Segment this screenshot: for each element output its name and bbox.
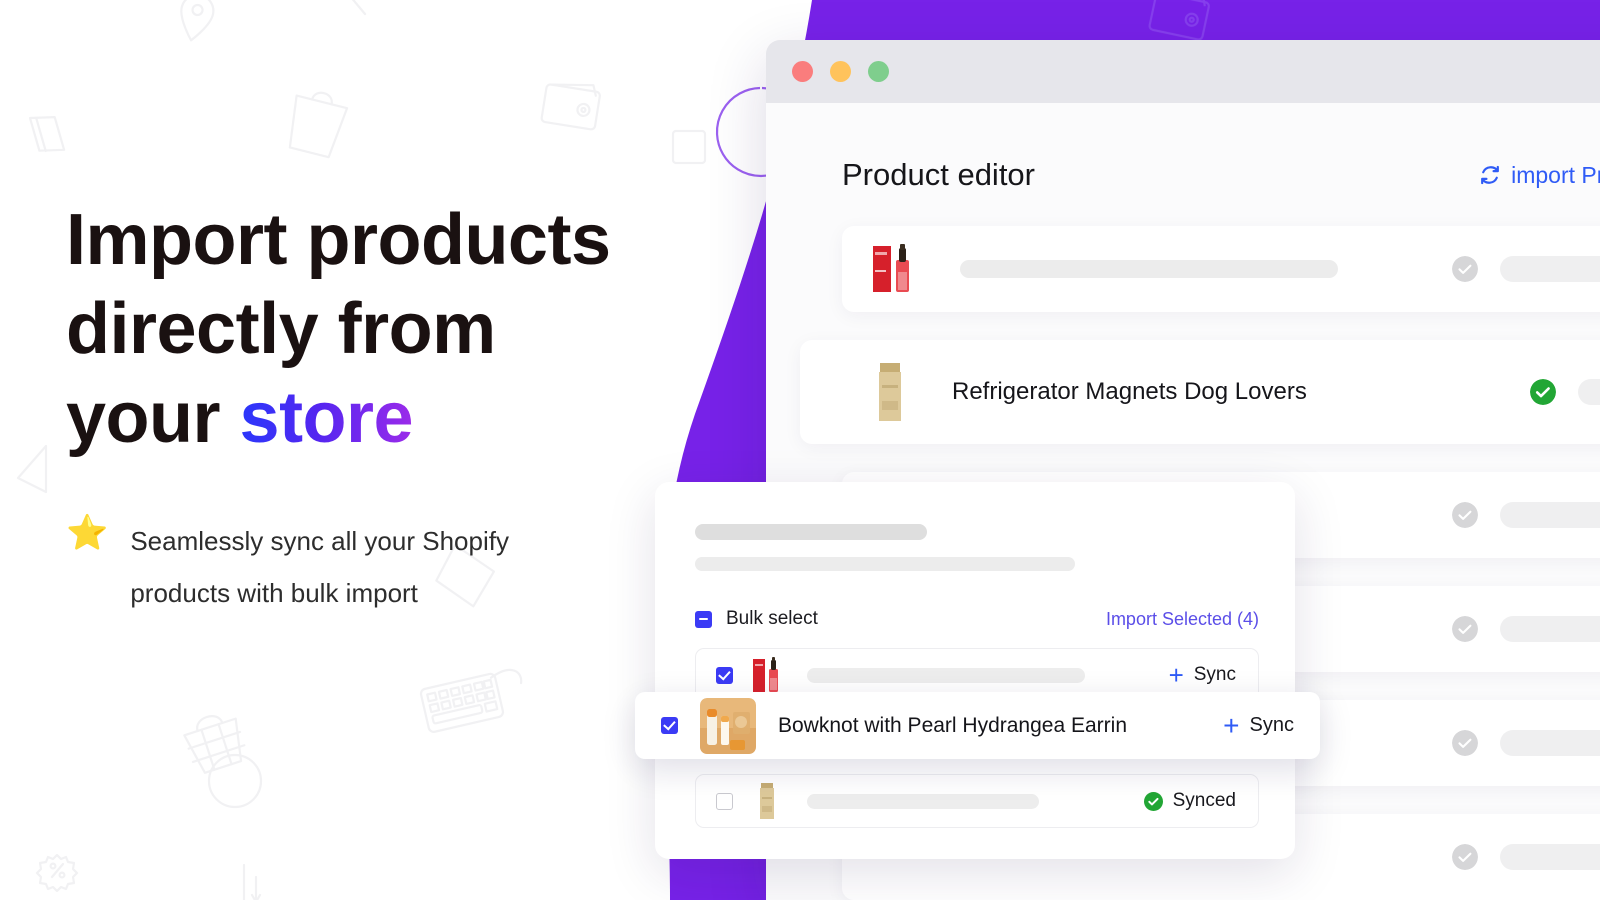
wallet-icon-on-purple (1148, 0, 1210, 41)
triangle-icon (16, 444, 48, 494)
bulk-select-checkbox[interactable] (695, 610, 712, 628)
row-status (1452, 256, 1600, 282)
table-row[interactable]: Refrigerator Magnets Dog Lovers (800, 340, 1600, 444)
row-status (1530, 379, 1600, 405)
discount-badge-icon (35, 853, 79, 893)
window-zoom-button[interactable] (868, 61, 889, 82)
page-title: Import products directly from your store (66, 196, 686, 463)
panel-subtitle-placeholder (695, 557, 1075, 571)
row-title-placeholder (960, 260, 1338, 278)
row-action-placeholder (1500, 256, 1600, 282)
row-title-placeholder (807, 793, 1039, 809)
check-circle-green-icon (1143, 791, 1163, 811)
wallet-icon (540, 83, 601, 131)
square-outline-icon (671, 129, 707, 165)
product-thumbnail-gold-foundation (879, 363, 901, 421)
refresh-icon (1481, 165, 1500, 185)
headline-line-3-prefix: your (66, 378, 240, 458)
panel-title-placeholder (695, 524, 927, 540)
circle-outline-icon (207, 753, 263, 809)
hero-subtext-row: ⭐ Seamlessly sync all your Shopify produ… (66, 515, 686, 619)
star-icon: ⭐ (66, 514, 109, 552)
product-thumbnail-red-serum (753, 657, 778, 692)
row-synced-status: Synced (1143, 790, 1236, 812)
slash-mark-icon (351, 0, 367, 16)
window-titlebar (766, 40, 1600, 103)
plus-icon: + (1223, 710, 1240, 741)
hero-section: Import products directly from your store… (66, 196, 686, 619)
row-action-placeholder (1500, 844, 1600, 870)
row-label: Refrigerator Magnets Dog Lovers (952, 378, 1307, 405)
location-pin-icon (180, 0, 215, 42)
row-checkbox[interactable] (716, 792, 733, 810)
sync-label: Sync (1249, 714, 1294, 736)
check-circle-gray-icon (1452, 256, 1478, 282)
highlighted-row-sync-action[interactable]: + Sync (1223, 710, 1294, 741)
check-circle-gray-icon (1452, 844, 1478, 870)
row-sync-action[interactable]: + Sync (1168, 659, 1236, 690)
row-status (1452, 616, 1600, 642)
import-selected-button[interactable]: Import Selected (4) (1106, 609, 1259, 630)
row-status (1452, 502, 1600, 528)
row-title-placeholder (807, 667, 1085, 683)
headline-line-1: Import products (66, 200, 611, 280)
headline-highlight: store (239, 378, 414, 458)
product-thumbnail-gold-cosmetics-set (700, 697, 756, 754)
row-status (1452, 844, 1600, 870)
sync-label: Sync (1193, 664, 1236, 685)
product-thumbnail-gold-foundation (760, 783, 774, 819)
row-action-placeholder (1500, 616, 1600, 642)
arrows-down-icon (242, 863, 262, 900)
window-minimize-button[interactable] (830, 61, 851, 82)
basket-icon (183, 715, 246, 774)
row-action-placeholder (1500, 730, 1600, 756)
hero-subtext: Seamlessly sync all your Shopify product… (130, 526, 509, 608)
content-header: Product editor import Prod (766, 157, 1600, 193)
book-icon (28, 116, 66, 153)
product-editor-title: Product editor (842, 157, 1035, 192)
row-action-placeholder (1500, 502, 1600, 528)
keyboard-icon (419, 668, 523, 733)
import-products-label: import Prod (1511, 161, 1600, 188)
bulk-select-control[interactable]: Bulk select (695, 608, 818, 630)
row-checkbox[interactable] (661, 717, 678, 734)
import-products-link[interactable]: import Prod (1479, 162, 1600, 189)
plus-icon: + (1168, 659, 1184, 690)
row-checkbox[interactable] (716, 666, 733, 684)
product-thumbnail-red-serum (873, 244, 909, 292)
row-status (1452, 730, 1600, 756)
check-circle-gray-icon (1452, 502, 1478, 528)
bulk-select-header: Bulk select Import Selected (4) (695, 608, 1259, 630)
bulk-select-label: Bulk select (726, 608, 818, 629)
check-circle-gray-icon (1452, 730, 1478, 756)
headline-line-2: directly from (66, 289, 496, 369)
bulk-select-panel: Bulk select Import Selected (4) + Sync S… (655, 482, 1295, 859)
row-action-placeholder (1578, 379, 1600, 405)
window-close-button[interactable] (792, 61, 813, 82)
check-circle-gray-icon (1452, 616, 1478, 642)
shopping-bag-icon (288, 91, 349, 159)
synced-label: Synced (1172, 790, 1236, 811)
table-row[interactable] (842, 226, 1600, 312)
check-circle-green-icon (1530, 379, 1556, 405)
highlighted-row-label: Bowknot with Pearl Hydrangea Earrin (778, 713, 1128, 737)
list-item[interactable]: Synced (695, 774, 1259, 828)
highlighted-product-row[interactable]: Bowknot with Pearl Hydrangea Earrin + Sy… (635, 692, 1320, 759)
